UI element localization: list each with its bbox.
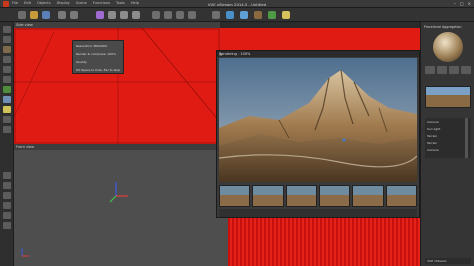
close-window-button[interactable]: ×	[468, 1, 471, 6]
close-icon[interactable]: ×	[219, 52, 417, 57]
rock-tool-icon[interactable]	[3, 192, 11, 199]
delete-icon[interactable]	[132, 11, 140, 19]
cloud-tool-icon[interactable]	[3, 182, 11, 189]
list-item[interactable]: Camera	[427, 120, 439, 124]
window-title: VUE xStream 2014.5 - Untitled	[207, 1, 267, 7]
paste-icon[interactable]	[120, 11, 128, 19]
title-bar: File Edit Objects Display Scene Function…	[0, 0, 474, 8]
terrain-icon[interactable]	[254, 11, 262, 19]
minimize-button[interactable]: –	[454, 1, 456, 6]
torus-tool-icon[interactable]	[3, 76, 11, 83]
render-thumbnail[interactable]	[285, 185, 317, 207]
load-material-icon[interactable]	[437, 66, 447, 74]
render-window[interactable]: Rendering - 100% ×	[216, 50, 420, 218]
light-tool-icon[interactable]	[3, 106, 11, 113]
mountain-render	[219, 58, 417, 182]
render-thumbnail[interactable]	[385, 185, 417, 207]
scale-icon[interactable]	[188, 11, 196, 19]
move-icon[interactable]	[164, 11, 172, 19]
main-toolbar	[0, 8, 474, 22]
text-tool-icon[interactable]	[3, 172, 11, 179]
popup-row-resolution: Resolution: 800x600	[76, 44, 107, 48]
list-item[interactable]: Terrain	[427, 134, 437, 138]
list-item[interactable]: Camera	[427, 148, 439, 152]
metablob-tool-icon[interactable]	[3, 222, 11, 229]
rotate-icon[interactable]	[176, 11, 184, 19]
render-thumbnail[interactable]	[352, 185, 384, 207]
new-file-icon[interactable]	[18, 11, 26, 19]
cylinder-tool-icon[interactable]	[3, 56, 11, 63]
atmosphere-icon[interactable]	[240, 11, 248, 19]
render-icon[interactable]	[226, 11, 234, 19]
material-toolbar	[425, 66, 471, 74]
popup-row-compress: Render & compress: 100%	[76, 52, 116, 56]
plant-icon[interactable]	[268, 11, 276, 19]
plant-tool-icon[interactable]	[3, 86, 11, 93]
undo-icon[interactable]	[58, 11, 66, 19]
list-item[interactable]: Sun light	[427, 127, 440, 131]
list-scrollbar[interactable]	[465, 118, 468, 158]
boolean-tool-icon[interactable]	[3, 212, 11, 219]
status-label: VUE xStream	[427, 259, 447, 263]
cut-icon[interactable]	[96, 11, 104, 19]
options-icon[interactable]	[461, 66, 471, 74]
group-tool-icon[interactable]	[3, 126, 11, 133]
camera-icon[interactable]	[212, 11, 220, 19]
render-window-titlebar[interactable]: Rendering - 100% ×	[217, 51, 419, 57]
render-info-popup: Resolution: 800x600 Render & compress: 1…	[72, 40, 124, 74]
status-box: VUE xStream	[425, 258, 471, 264]
scale-material-icon[interactable]	[449, 66, 459, 74]
select-icon[interactable]	[152, 11, 160, 19]
cube-tool-icon[interactable]	[3, 36, 11, 43]
water-tool-icon[interactable]	[3, 96, 11, 103]
popup-row-quality: Quality	[76, 60, 87, 64]
sphere-tool-icon[interactable]	[3, 26, 11, 33]
render-window-footer	[219, 209, 417, 217]
cone-tool-icon[interactable]	[3, 66, 11, 73]
copy-icon[interactable]	[108, 11, 116, 19]
save-icon[interactable]	[42, 11, 50, 19]
redo-icon[interactable]	[70, 11, 78, 19]
camera-preview-thumbnail[interactable]	[425, 86, 471, 108]
popup-row-hint: Hit Space to hide, Esc to stop	[76, 68, 121, 72]
right-panel: Procedural Aggregation Camera Sun light …	[420, 22, 474, 266]
camera-tool-icon[interactable]	[3, 116, 11, 123]
window-controls: – □ ×	[454, 1, 471, 6]
list-item[interactable]: Terrain	[427, 141, 437, 145]
material-preview-sphere[interactable]	[433, 32, 463, 62]
render-thumbnail-strip	[219, 185, 417, 207]
light-icon[interactable]	[282, 11, 290, 19]
open-icon[interactable]	[30, 11, 38, 19]
render-thumbnail[interactable]	[318, 185, 351, 207]
rendered-mountain-image	[219, 58, 417, 182]
left-tool-column	[0, 22, 14, 266]
axis-gizmo	[21, 182, 128, 257]
right-panel-title: Procedural Aggregation	[424, 25, 462, 29]
ecosystem-tool-icon[interactable]	[3, 202, 11, 209]
maximize-button[interactable]: □	[460, 1, 464, 6]
render-thumbnail[interactable]	[219, 185, 251, 207]
render-thumbnail[interactable]	[252, 185, 284, 207]
edit-material-icon[interactable]	[425, 66, 435, 74]
terrain-tool-icon[interactable]	[3, 46, 11, 53]
